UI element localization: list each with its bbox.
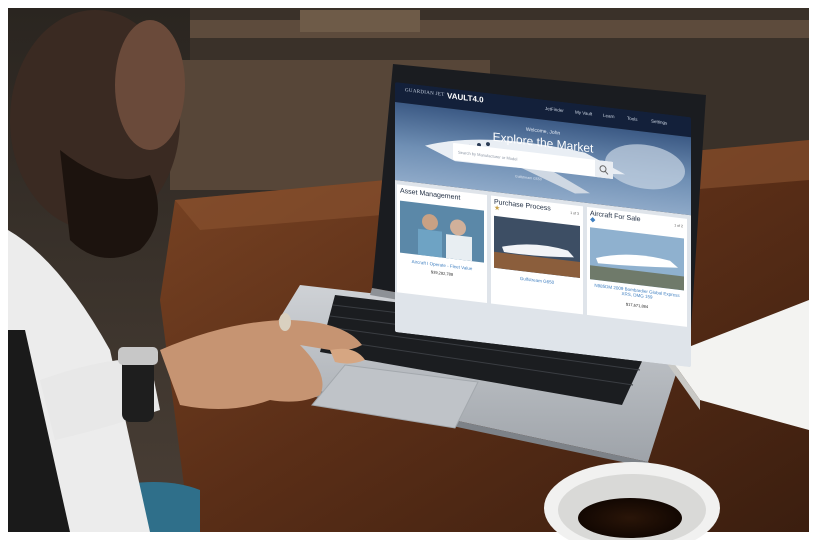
card-title: Aircraft For Sale [590, 210, 641, 224]
tag-icon: ◆ [590, 216, 596, 224]
nav-tools[interactable]: Tools [627, 116, 638, 122]
nav-settings[interactable]: Settings [651, 119, 667, 126]
card-pager[interactable]: 1 of 3 [570, 211, 579, 216]
card-title: Purchase Process [494, 198, 551, 213]
aircraft-photo [590, 227, 684, 291]
nav-jetfinder[interactable]: JetFinder [545, 106, 564, 113]
laptop-screen: GUARDIAN JET VAULT4.0 JetFinder My Vault… [395, 82, 691, 368]
card-title: Asset Management [400, 187, 461, 202]
nav-learn[interactable]: Learn [603, 113, 615, 119]
people-photo [400, 200, 484, 263]
search-icon [599, 165, 609, 175]
photo: GUARDIAN JET VAULT4.0 JetFinder My Vault… [0, 0, 817, 540]
jet-photo [494, 215, 580, 279]
asset-management-card[interactable]: Asset Management Aircraft I Operate - Fl… [397, 184, 487, 303]
search-button[interactable] [595, 159, 613, 179]
purchase-process-card[interactable]: Purchase Process ★ 1 of 3 Gulfstream G65… [491, 195, 583, 315]
product-name: VAULT4.0 [447, 91, 484, 105]
star-icon: ★ [494, 204, 501, 213]
nav-my-vault[interactable]: My Vault [575, 109, 592, 116]
card-pager[interactable]: 1 of 2 [674, 223, 683, 228]
search-placeholder: Search by Manufacturer or Model [458, 149, 518, 162]
aircraft-for-sale-card[interactable]: Aircraft For Sale ◆ 1 of 2 N985DM 2009 B… [587, 206, 687, 327]
brand-logo[interactable]: GUARDIAN JET [405, 88, 445, 98]
